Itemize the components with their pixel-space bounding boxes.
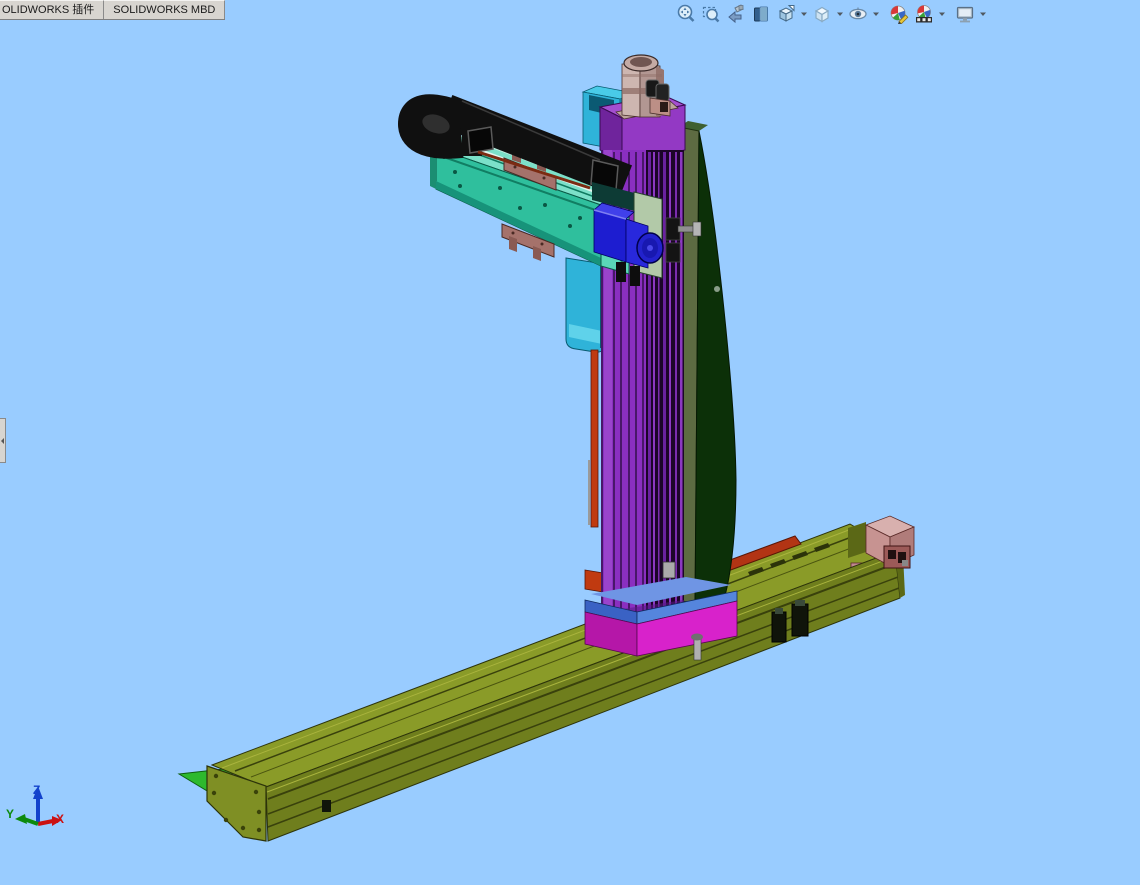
orientation-triad[interactable]: Z X Y (6, 783, 64, 826)
triad-y-label: Y (6, 807, 14, 821)
view-settings-button[interactable] (953, 3, 976, 25)
section-view-button[interactable] (749, 3, 772, 25)
view-orientation-icon (778, 5, 794, 22)
hide-show-items-dropdown[interactable] (871, 3, 880, 25)
dropdown-arrow-icon (938, 12, 945, 16)
previous-view-icon (727, 4, 744, 24)
part-column-side-panel[interactable] (674, 121, 737, 605)
view-settings-dropdown[interactable] (978, 3, 987, 25)
view-orientation-dropdown[interactable] (799, 3, 808, 25)
view-orientation-button[interactable] (774, 3, 797, 25)
apply-scene-icon (915, 5, 932, 23)
dropdown-arrow-icon (836, 12, 843, 16)
edit-appearance-icon (890, 5, 908, 24)
zoom-to-area-icon (702, 6, 719, 23)
zoom-to-fit-icon (677, 4, 694, 22)
previous-view-button[interactable] (724, 3, 747, 25)
part-orange-strip[interactable] (584, 349, 604, 593)
part-top-motor[interactable] (615, 54, 679, 120)
view-settings-icon (956, 6, 973, 23)
edit-appearance-button[interactable] (887, 3, 910, 25)
tab-solidworks-mbd[interactable]: SOLIDWORKS MBD (104, 0, 226, 19)
section-view-icon (753, 6, 768, 22)
apply-scene-dropdown[interactable] (937, 3, 946, 25)
display-style-icon (814, 6, 829, 23)
tab-solidworks-addins[interactable]: OLIDWORKS 插件 (0, 0, 105, 19)
triad-z-label: Z (33, 783, 40, 797)
triad-x-label: X (56, 812, 64, 826)
apply-scene-button[interactable] (912, 3, 935, 25)
part-base-rail[interactable] (206, 523, 905, 842)
hide-show-items-icon (848, 7, 867, 20)
graphics-viewport[interactable]: Z X Y OLIDWORKS 插件 SOLIDWORKS MBD (0, 0, 1140, 885)
zoom-to-area-button[interactable] (699, 3, 722, 25)
commandmanager-tabbar: OLIDWORKS 插件 SOLIDWORKS MBD (0, 0, 226, 20)
dropdown-arrow-icon (800, 12, 807, 16)
display-style-button[interactable] (810, 3, 833, 25)
heads-up-view-toolbar (674, 2, 987, 26)
dropdown-arrow-icon (979, 12, 986, 16)
model-scene[interactable]: Z X Y (0, 0, 1140, 885)
featuremanager-flyout-tab[interactable] (0, 418, 6, 463)
zoom-to-fit-button[interactable] (674, 3, 697, 25)
hide-show-items-button[interactable] (846, 3, 869, 25)
dropdown-arrow-icon (872, 12, 879, 16)
display-style-dropdown[interactable] (835, 3, 844, 25)
